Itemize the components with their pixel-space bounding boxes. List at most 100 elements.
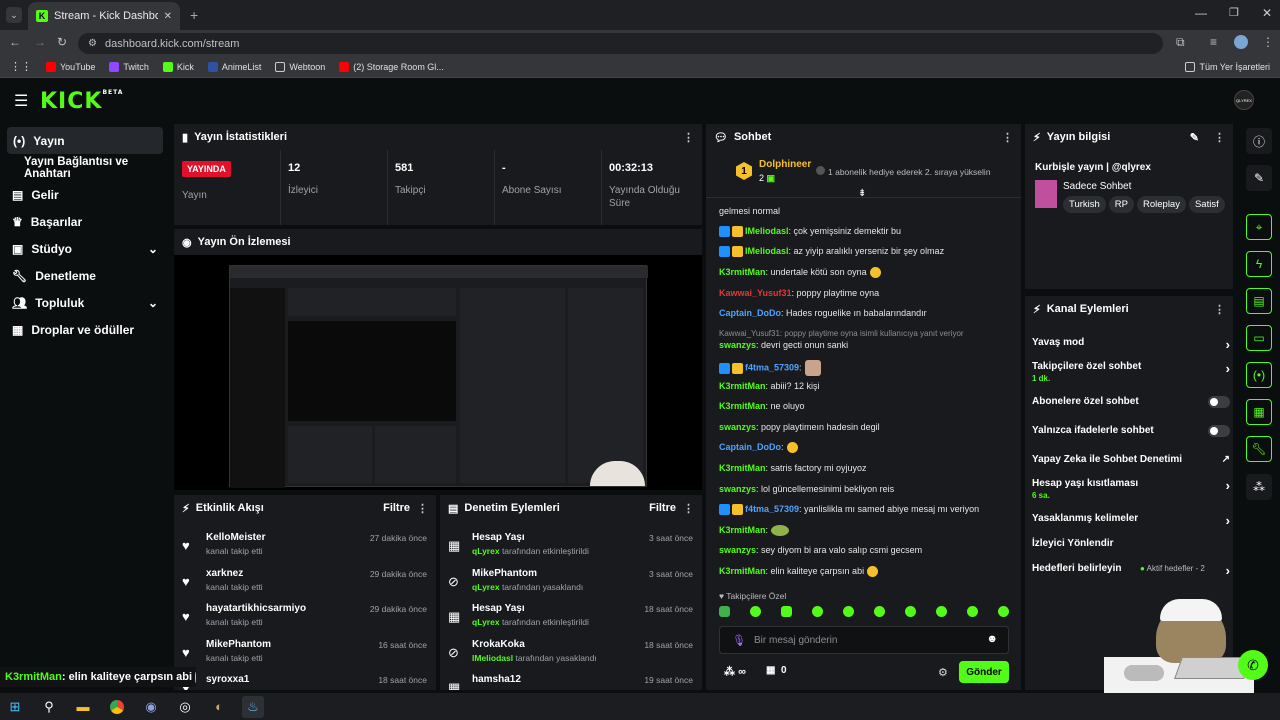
minimize-icon[interactable]: — [1195,6,1207,20]
chat-username[interactable]: Captain_DoDo [719,442,781,452]
more-options-icon[interactable]: ⋮ [1002,131,1013,144]
channel-points[interactable]: ⁂ ∞ [724,665,746,678]
emote-icon[interactable] [750,606,761,617]
chat-username[interactable]: swanzys [719,340,756,350]
emote-icon[interactable] [967,606,978,617]
browser-tab[interactable]: K Stream - Kick Dashboard ✕ [28,2,180,30]
subs-chat-toggle[interactable] [1208,396,1230,408]
chat-username[interactable]: K3rmitMan [719,381,766,391]
tag[interactable]: Turkish [1063,196,1106,213]
chat-username[interactable]: f4tma_57309 [745,504,799,514]
sidebar-item-gelir[interactable]: ▤ Gelir [0,181,170,208]
search-icon[interactable]: ⚲ [38,696,60,718]
bookmark-webtoon[interactable]: Webtoon [275,61,325,72]
close-window-icon[interactable]: ✕ [1262,6,1272,20]
followers-chat-row[interactable]: Takipçilere özel sohbet 1 dk. › [1032,361,1230,383]
emote-icon[interactable] [936,606,947,617]
settings-gear-icon[interactable]: ⚙ [938,666,948,679]
sidebar-item-basarilar[interactable]: ♛ Başarılar [0,208,170,235]
profile-avatar[interactable] [1234,35,1248,49]
more-options-icon[interactable]: ⋮ [683,131,694,144]
gift-points[interactable]: ▦ 0 [766,665,787,676]
calendar-icon[interactable]: ▦ [1246,399,1272,425]
banned-words-row[interactable]: Yasaklanmış kelimeler › [1032,513,1230,528]
discord-icon[interactable]: ◉ [140,696,162,718]
chat-username[interactable]: Captain_DoDo [719,308,781,318]
edit-pencil-icon[interactable]: ✎ [1246,165,1272,191]
reload-icon[interactable]: ↻ [57,35,67,49]
bolt-icon[interactable]: ϟ [1246,251,1272,277]
emote-chat-toggle[interactable] [1208,425,1230,437]
sidebar-item-topluluk[interactable]: 👥︎ Topluluk ⌄ [0,289,170,316]
chat-username[interactable]: K3rmitMan [719,463,766,473]
more-options-icon[interactable]: ⋮ [683,502,694,515]
microphone-icon[interactable]: 🎙︎ [732,634,746,647]
broadcast-icon[interactable]: (•) [1246,362,1272,388]
chat-username[interactable]: f4tma_57309 [745,362,799,372]
slow-mode-row[interactable]: Yavaş mod › [1032,337,1230,352]
tag[interactable]: RP [1108,196,1134,213]
league-of-legends-icon[interactable]: ◐ [208,696,230,718]
filter-button[interactable]: Filtre [383,502,410,514]
sidebar-item-droplar[interactable]: ▦ Droplar ve ödüller [0,316,170,343]
whatsapp-icon[interactable]: ✆ [1238,650,1268,680]
filter-button[interactable]: Filtre [649,502,676,514]
chat-username[interactable]: swanzys [719,484,756,494]
chrome-icon[interactable] [106,696,128,718]
more-options-icon[interactable]: ⋮ [417,502,428,515]
more-options-icon[interactable]: ⋮ [1214,303,1225,316]
sidebar-item-stream-key[interactable]: Yayın Bağlantısı ve Anahtarı [0,154,170,181]
sidebar-item-denetleme[interactable]: 🔧︎ Denetleme [0,262,170,289]
chat-username[interactable]: swanzys [719,545,756,555]
chat-username[interactable]: K3rmitMan [719,267,766,277]
emote-icon[interactable] [843,606,854,617]
chat-username[interactable]: K3rmitMan [719,566,766,576]
chat-bubble-icon[interactable]: ▭ [1246,325,1272,351]
tag[interactable]: Satisf [1188,196,1225,213]
ai-moderation-row[interactable]: Yapay Zeka ile Sohbet Denetimi ↗ [1032,454,1230,465]
chat-username[interactable]: K3rmitMan [719,525,766,535]
user-avatar[interactable]: QLYREX [1234,90,1254,110]
site-info-icon[interactable]: ⚙ [88,38,97,49]
all-bookmarks[interactable]: Tüm Yer İşaretleri [1185,61,1270,72]
bookmark-youtube[interactable]: YouTube [46,61,95,72]
forward-icon[interactable]: → [34,35,46,49]
preview-video[interactable] [174,255,702,490]
emote-icon[interactable] [998,606,1009,617]
document-icon[interactable]: ▤ [1246,288,1272,314]
bookmark-storage-room[interactable]: (2) Storage Room Gl... [339,61,444,72]
chat-username[interactable]: Kawwai_Yusuf31 [719,288,792,298]
target-icon[interactable]: ⌖ [1246,214,1272,240]
address-bar[interactable]: ⚙ dashboard.kick.com/stream [78,33,1163,54]
tab-search-icon[interactable]: ⌄ [6,7,22,23]
chat-username[interactable]: swanzys [719,422,756,432]
close-tab-icon[interactable]: ✕ [164,11,172,22]
emote-icon[interactable] [719,606,730,617]
edit-pencil-icon[interactable]: ✎ [1190,131,1199,144]
menu-icon[interactable]: ⋮ [1262,35,1274,49]
kick-logo[interactable]: KICKBETA [40,89,123,114]
emote-chat-row[interactable]: Yalnızca ifadelerle sohbet [1032,425,1230,437]
chat-input[interactable]: 🎙︎ Bir mesaj gönderin ☻ [719,626,1009,654]
emote-icon[interactable] [812,606,823,617]
extensions-icon[interactable]: ⧉ [1176,35,1185,50]
chat-username[interactable]: K3rmitMan [719,401,766,411]
send-button[interactable]: Gönder [959,661,1009,683]
bookmark-twitch[interactable]: Twitch [109,61,149,72]
maximize-icon[interactable]: ❐ [1229,6,1239,19]
back-icon[interactable]: ← [9,35,21,49]
windows-start-icon[interactable]: ⊞ [4,696,26,718]
chat-username[interactable]: IMeliodasl [745,246,789,256]
viewer-redirect-row[interactable]: İzleyici Yönlendir [1032,538,1230,549]
expand-icon[interactable]: ⇟ [858,188,866,199]
goals-row[interactable]: Hedefleri belirleyin ● Aktif hedefler - 2… [1032,563,1230,578]
info-icon[interactable]: ⓘ [1246,128,1272,154]
steam-icon[interactable]: ♨ [242,695,264,718]
emote-icon[interactable] [874,606,885,617]
tag[interactable]: Roleplay [1137,196,1186,213]
new-tab-icon[interactable]: + [190,7,198,23]
emoji-icon[interactable]: ☻ [986,633,998,645]
more-options-icon[interactable]: ⋮ [1214,131,1225,144]
account-age-row[interactable]: Hesap yaşı kısıtlaması 6 sa. › [1032,478,1230,500]
wrench-icon[interactable]: 🔧︎ [1246,436,1272,462]
